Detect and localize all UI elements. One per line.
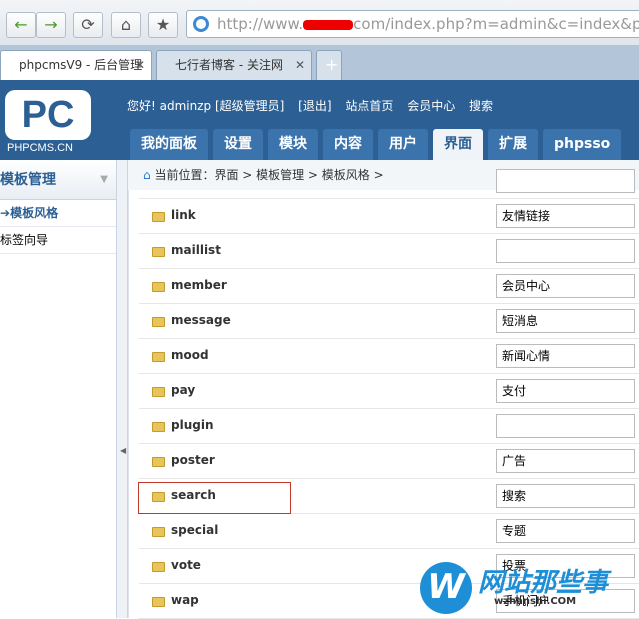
display-name-input[interactable] xyxy=(496,239,635,263)
display-name-input[interactable]: 搜索 xyxy=(496,484,635,508)
search-link[interactable]: 搜索 xyxy=(469,99,493,113)
watermark-logo: W xyxy=(420,562,472,614)
nav-settings[interactable]: 设置 xyxy=(213,129,263,160)
sidebar-splitter[interactable]: ◀ xyxy=(117,160,128,618)
display-name-input[interactable]: 专题 xyxy=(496,519,635,543)
table-row: plugin xyxy=(139,409,639,444)
new-tab-button[interactable]: + xyxy=(316,50,342,80)
table-row: poster 广告 xyxy=(139,444,639,479)
folder-name[interactable]: maillist xyxy=(171,243,221,257)
browser-tab[interactable]: 七行者博客 - 关注网 ✕ xyxy=(156,50,312,80)
highlight-box xyxy=(138,482,291,514)
forward-button[interactable]: → xyxy=(36,12,66,38)
name-input[interactable] xyxy=(496,169,635,193)
logo: PC xyxy=(5,90,91,140)
site-icon xyxy=(193,16,209,32)
display-name-input[interactable]: 支付 xyxy=(496,379,635,403)
nav-modules[interactable]: 模块 xyxy=(268,129,318,160)
nav-panel[interactable]: 我的面板 xyxy=(130,129,208,160)
folder-icon xyxy=(152,562,165,572)
tab-label: phpcmsV9 - 后台管理 xyxy=(19,58,143,72)
home-button[interactable]: ⌂ xyxy=(111,12,141,38)
sidebar-title-text: 模板管理 xyxy=(0,172,56,188)
sidebar-item-template-style[interactable]: ➔模板风格 xyxy=(0,200,116,227)
nav-users[interactable]: 用户 xyxy=(378,129,428,160)
table-row: member 会员中心 xyxy=(139,269,639,304)
table-row: message 短消息 xyxy=(139,304,639,339)
folder-name[interactable]: plugin xyxy=(171,418,214,432)
folder-name[interactable]: special xyxy=(171,523,218,537)
nav-extensions[interactable]: 扩展 xyxy=(488,129,538,160)
table-row xyxy=(139,164,639,199)
folder-name[interactable]: pay xyxy=(171,383,195,397)
sidebar: 模板管理 ▼ ➔模板风格 标签向导 xyxy=(0,160,117,618)
display-name-input[interactable] xyxy=(496,414,635,438)
main-nav: 我的面板 设置 模块 内容 用户 界面 扩展 phpsso xyxy=(130,129,626,160)
folder-name[interactable]: vote xyxy=(171,558,201,572)
url-prefix: http://www. xyxy=(217,15,304,33)
table-row: pay 支付 xyxy=(139,374,639,409)
folder-icon xyxy=(152,387,165,397)
folder-name[interactable]: message xyxy=(171,313,231,327)
folder-name[interactable]: link xyxy=(171,208,196,222)
folder-name[interactable]: poster xyxy=(171,453,215,467)
browser-tab-active[interactable]: phpcmsV9 - 后台管理 ✕ xyxy=(0,50,152,80)
folder-icon xyxy=(152,317,165,327)
display-name-input[interactable]: 会员中心 xyxy=(496,274,635,298)
watermark-site: wzhanshi.COM xyxy=(494,596,577,607)
nav-phpsso[interactable]: phpsso xyxy=(543,129,622,160)
site-home-link[interactable]: 站点首页 xyxy=(345,99,393,113)
sidebar-item-label: 标签向导 xyxy=(0,233,49,247)
folder-name[interactable]: member xyxy=(171,278,227,292)
user-greeting: 您好! adminzp [超级管理员] xyxy=(127,99,285,113)
folder-icon xyxy=(152,282,165,292)
logout-link[interactable]: [退出] xyxy=(298,99,331,113)
member-center-link[interactable]: 会员中心 xyxy=(407,99,455,113)
table-row: mood 新闻心情 xyxy=(139,339,639,374)
url-bar[interactable]: http://www. com/index.php?m=admin&c=index… xyxy=(186,10,639,38)
nav-content[interactable]: 内容 xyxy=(323,129,373,160)
sidebar-item-tag-wizard[interactable]: 标签向导 xyxy=(0,227,116,254)
template-list: link 友情链接 maillist member 会员中心 message 短消息 mood… xyxy=(128,169,639,619)
folder-icon xyxy=(152,457,165,467)
folder-icon xyxy=(152,597,165,607)
sidebar-item-label: 模板风格 xyxy=(10,206,59,220)
watermark: W 网站那些事 wzhanshi.COM xyxy=(420,560,639,618)
table-row: special 专题 xyxy=(139,514,639,549)
url-suffix: com/index.php?m=admin&c=index&pc_hash xyxy=(353,15,639,33)
folder-icon xyxy=(152,352,165,362)
folder-name[interactable]: mood xyxy=(171,348,209,362)
display-name-input[interactable]: 新闻心情 xyxy=(496,344,635,368)
display-name-input[interactable]: 短消息 xyxy=(496,309,635,333)
sidebar-title[interactable]: 模板管理 ▼ xyxy=(0,160,116,200)
browser-toolbar: ← → ⟳ ⌂ ★ http://www. com/index.php?m=adm… xyxy=(0,0,639,46)
folder-name[interactable]: wap xyxy=(171,593,199,607)
browser-tab-bar: phpcmsV9 - 后台管理 ✕ 七行者博客 - 关注网 ✕ + xyxy=(0,46,639,80)
table-row: maillist xyxy=(139,234,639,269)
arrow-icon: ➔ xyxy=(0,206,11,220)
folder-icon xyxy=(152,422,165,432)
display-name-input[interactable]: 友情链接 xyxy=(496,204,635,228)
display-name-input[interactable]: 广告 xyxy=(496,449,635,473)
collapse-icon[interactable]: ◀ xyxy=(120,446,126,455)
refresh-button[interactable]: ⟳ xyxy=(73,12,103,38)
app-header: PC PHPCMS.CN 您好! adminzp [超级管理员] [退出] 站点… xyxy=(0,80,639,160)
table-row: link 友情链接 xyxy=(139,199,639,234)
logo-text: PHPCMS.CN xyxy=(7,142,74,154)
watermark-text: 网站那些事 xyxy=(478,568,609,598)
close-icon[interactable]: ✕ xyxy=(295,51,305,79)
bookmark-button[interactable]: ★ xyxy=(148,12,178,38)
chevron-down-icon[interactable]: ▼ xyxy=(100,160,108,200)
folder-icon xyxy=(152,212,165,222)
folder-icon xyxy=(152,527,165,537)
redaction-mark xyxy=(303,19,354,30)
folder-icon xyxy=(152,247,165,257)
close-icon[interactable]: ✕ xyxy=(135,51,145,79)
tab-label: 七行者博客 - 关注网 xyxy=(175,58,283,72)
top-links: 您好! adminzp [超级管理员] [退出] 站点首页 会员中心 搜索 xyxy=(127,97,503,114)
back-button[interactable]: ← xyxy=(6,12,36,38)
nav-interface[interactable]: 界面 xyxy=(433,129,483,160)
